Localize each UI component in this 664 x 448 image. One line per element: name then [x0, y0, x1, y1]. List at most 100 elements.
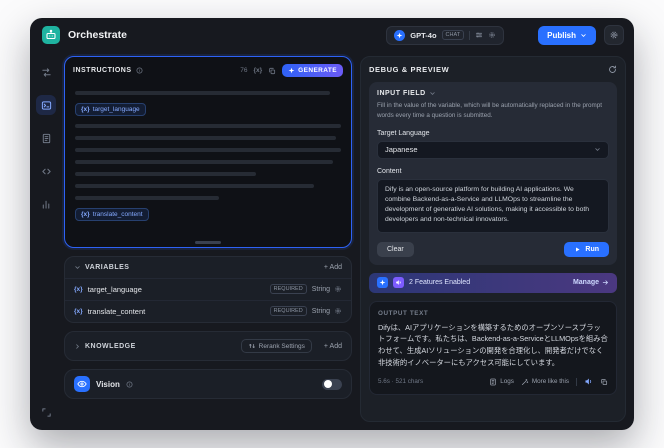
rerank-label: Rerank Settings: [258, 342, 305, 350]
variables-header[interactable]: VARIABLES + Add: [65, 257, 351, 278]
extensions-button[interactable]: [604, 25, 624, 45]
chevron-right-icon: [74, 343, 81, 350]
input-field-title: INPUT FIELD: [377, 90, 426, 97]
skeleton-line: [75, 148, 341, 152]
variable-token-label: translate_content: [92, 211, 143, 218]
vision-eye-icon: [74, 376, 90, 392]
manage-label: Manage: [572, 279, 599, 286]
variable-row[interactable]: {x} translate_content REQUIRED String: [65, 300, 351, 322]
prompt-editor[interactable]: {x} target_language {x} translate_content: [65, 81, 351, 247]
divider: [469, 30, 471, 40]
features-bar: 2 Features Enabled Manage: [369, 272, 617, 293]
variable-name: target_language: [87, 284, 142, 294]
divider: [576, 377, 577, 386]
generate-button[interactable]: GENERATE: [282, 64, 343, 77]
speaker-icon[interactable]: [584, 377, 593, 386]
rerank-icon: [248, 343, 255, 349]
variable-token[interactable]: {x} target_language: [75, 103, 146, 116]
vision-toggle[interactable]: [322, 378, 342, 390]
logs-button[interactable]: Logs: [489, 378, 514, 386]
input-field-description: Fill in the value of the variable, which…: [377, 102, 603, 119]
app-window: Orchestrate GPT-4o CHAT Publish INSTRUCT…: [30, 18, 634, 430]
more-like-this-label: More like this: [531, 378, 569, 386]
info-icon: [126, 381, 133, 388]
target-language-select[interactable]: Japanese: [377, 140, 609, 159]
required-badge: REQUIRED: [269, 306, 307, 316]
output-panel: OUTPUT TEXT Difyは、AIアプリケーションを構築するためのオープン…: [369, 300, 617, 396]
input-field-panel: INPUT FIELD Fill in the value of the var…: [369, 82, 617, 265]
model-mode-badge: CHAT: [441, 30, 465, 40]
copy-icon[interactable]: [268, 67, 276, 75]
arrow-right-icon: [602, 280, 608, 285]
vision-panel: Vision: [64, 369, 352, 399]
input-field-header[interactable]: INPUT FIELD: [377, 90, 609, 97]
generate-label: GENERATE: [298, 67, 337, 74]
add-variable-button[interactable]: + Add: [324, 264, 342, 271]
app-title: Orchestrate: [68, 29, 127, 41]
selected-language: Japanese: [385, 145, 418, 154]
expand-panel-icon[interactable]: [36, 402, 56, 422]
output-stats: 5.6s · 521 chars: [378, 378, 424, 386]
feature-1-icon: [377, 277, 388, 288]
model-selector[interactable]: GPT-4o CHAT: [386, 25, 505, 45]
top-bar-actions: GPT-4o CHAT Publish: [386, 25, 624, 45]
variable-settings-icon[interactable]: [334, 307, 342, 315]
wand-icon: [521, 378, 529, 385]
knowledge-header[interactable]: KNOWLEDGE Rerank Settings + Add: [65, 332, 351, 360]
prompt-token-row: {x} translate_content: [75, 208, 341, 221]
model-settings-gear-icon[interactable]: [488, 31, 496, 39]
debug-preview-column: DEBUG & PREVIEW INPUT FIELD Fill in the …: [360, 56, 626, 422]
exchange-icon[interactable]: [36, 62, 56, 82]
instructions-header: INSTRUCTIONS 76 {x} GENERATE: [65, 57, 351, 81]
run-label: Run: [585, 245, 599, 253]
variable-icon: {x}: [74, 285, 83, 293]
variable-icon[interactable]: {x}: [253, 67, 262, 74]
manage-features-button[interactable]: Manage: [573, 279, 609, 286]
sparkle-icon: [288, 67, 295, 74]
publish-label: Publish: [547, 30, 576, 40]
orchestrate-icon[interactable]: [36, 95, 56, 115]
copy-output-icon[interactable]: [600, 378, 608, 386]
toggle-knob: [323, 380, 332, 388]
more-like-this-button[interactable]: More like this: [521, 378, 569, 386]
page-background: Orchestrate GPT-4o CHAT Publish INSTRUCT…: [0, 0, 664, 448]
skeleton-line: [75, 184, 315, 188]
logs-chart-icon[interactable]: [36, 194, 56, 214]
vision-title: Vision: [96, 379, 120, 389]
instructions-title: INSTRUCTIONS: [73, 67, 132, 74]
side-nav: [30, 52, 62, 430]
variable-name: translate_content: [87, 306, 146, 316]
features-enabled-text: 2 Features Enabled: [409, 279, 471, 286]
variable-icon: {x}: [74, 307, 83, 315]
api-code-icon[interactable]: [36, 161, 56, 181]
run-button[interactable]: Run: [564, 241, 609, 257]
model-name: GPT-4o: [410, 30, 437, 40]
chevron-down-icon: [581, 33, 586, 37]
variable-token[interactable]: {x} translate_content: [75, 208, 149, 221]
info-icon: [136, 67, 143, 74]
document-icon[interactable]: [36, 128, 56, 148]
instructions-panel[interactable]: INSTRUCTIONS 76 {x} GENERATE {x} target_…: [64, 56, 352, 248]
publish-button[interactable]: Publish: [538, 25, 596, 45]
app-logo-icon: [42, 26, 60, 44]
prompt-token-row: {x} target_language: [75, 103, 341, 116]
clear-button[interactable]: Clear: [377, 241, 414, 257]
chevron-down-icon: [594, 146, 601, 153]
debug-header: DEBUG & PREVIEW: [369, 65, 617, 74]
output-title: OUTPUT TEXT: [378, 309, 429, 317]
add-knowledge-button[interactable]: + Add: [324, 343, 342, 350]
refresh-icon[interactable]: [608, 65, 617, 74]
resize-handle[interactable]: [195, 241, 221, 244]
model-params-sliders-icon[interactable]: [475, 31, 483, 39]
target-language-label: Target Language: [377, 129, 430, 137]
brand: Orchestrate: [42, 26, 127, 44]
feature-2-icon: [393, 277, 404, 288]
gear-icon: [610, 31, 618, 39]
knowledge-panel: KNOWLEDGE Rerank Settings + Add: [64, 331, 352, 361]
variable-settings-icon[interactable]: [334, 285, 342, 293]
rerank-settings-button[interactable]: Rerank Settings: [240, 339, 312, 353]
variable-type: String: [311, 285, 330, 293]
content-textarea[interactable]: Dify is an open-source platform for buil…: [377, 178, 609, 233]
variable-row[interactable]: {x} target_language REQUIRED String: [65, 278, 351, 300]
chevron-down-icon: [74, 264, 81, 271]
